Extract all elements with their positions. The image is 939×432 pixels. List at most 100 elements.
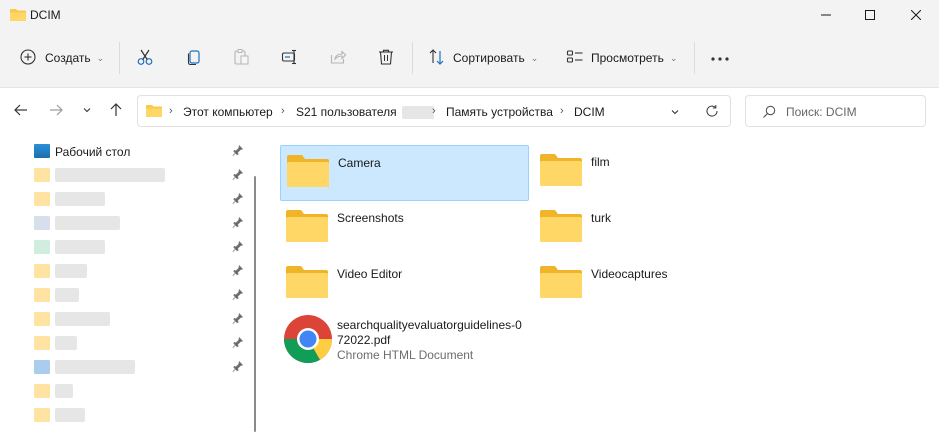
pin-icon xyxy=(232,264,244,279)
redacted-label xyxy=(55,336,77,350)
chevron-right-icon: › xyxy=(281,105,285,117)
breadcrumb-device[interactable]: S21 пользователя xyxy=(296,105,435,120)
address-history-button[interactable] xyxy=(670,106,680,120)
sort-label: Сортировать xyxy=(453,51,525,65)
pin-icon xyxy=(232,336,244,351)
pictures-icon xyxy=(34,240,50,254)
redacted-label xyxy=(55,240,105,254)
divider xyxy=(412,42,413,74)
folder-name: Camera xyxy=(338,156,381,170)
search-input[interactable]: Поиск: DCIM xyxy=(745,95,926,127)
folder-icon xyxy=(34,192,50,206)
arrow-right-icon xyxy=(49,103,63,120)
arrow-up-icon xyxy=(109,102,123,120)
sidebar-item[interactable] xyxy=(34,167,254,185)
folder-icon xyxy=(34,168,50,182)
address-bar[interactable]: › Этот компьютер › S21 пользователя › Па… xyxy=(137,95,731,127)
maximize-button[interactable] xyxy=(847,0,893,30)
folder-item-film[interactable]: film xyxy=(534,145,783,201)
desktop-icon xyxy=(34,144,50,158)
command-bar: Создать ⌄ Сортировать ⌄ Просмотреть ⌄ xyxy=(0,30,939,88)
sidebar-item[interactable] xyxy=(34,263,254,281)
folder-item-camera[interactable]: Camera xyxy=(280,145,529,201)
search-placeholder: Поиск: DCIM xyxy=(786,105,857,119)
create-label: Создать xyxy=(45,51,91,65)
create-button[interactable]: Создать ⌄ xyxy=(20,43,104,73)
file-item-pdf[interactable]: searchqualityevaluatorguidelines-0 72022… xyxy=(280,313,560,371)
share-button[interactable] xyxy=(329,43,347,73)
pin-icon xyxy=(232,192,244,207)
refresh-button[interactable] xyxy=(705,104,719,121)
chevron-right-icon: › xyxy=(560,105,564,117)
rename-icon xyxy=(281,48,299,69)
plus-circle-icon xyxy=(20,48,36,68)
redacted-name xyxy=(402,106,435,120)
sidebar-item-label: Рабочий стол xyxy=(55,145,131,159)
breadcrumb-storage[interactable]: Память устройства xyxy=(446,105,553,119)
close-button[interactable] xyxy=(893,0,939,30)
folder-icon xyxy=(34,264,50,278)
minimize-button[interactable] xyxy=(803,0,849,30)
copy-button[interactable] xyxy=(185,43,203,73)
folder-icon xyxy=(34,336,50,350)
documents-icon xyxy=(34,216,50,230)
paste-icon xyxy=(232,48,250,69)
sidebar-item[interactable] xyxy=(34,191,254,209)
scissors-icon xyxy=(136,48,154,69)
back-button[interactable] xyxy=(10,100,32,122)
view-button[interactable]: Просмотреть ⌄ xyxy=(566,43,677,73)
folder-name: Video Editor xyxy=(337,267,403,281)
share-icon xyxy=(329,48,347,69)
more-options-button[interactable] xyxy=(710,43,730,73)
cut-button[interactable] xyxy=(136,43,154,73)
breadcrumb-dcim[interactable]: DCIM xyxy=(574,105,605,119)
search-icon xyxy=(762,105,776,122)
redacted-label xyxy=(55,168,165,182)
divider xyxy=(694,42,695,74)
chevron-down-icon xyxy=(671,110,679,115)
drive-icon xyxy=(34,360,50,374)
sidebar-item[interactable] xyxy=(34,407,254,425)
forward-button[interactable] xyxy=(45,100,67,122)
sidebar-item[interactable] xyxy=(34,215,254,233)
pin-icon xyxy=(232,360,244,375)
trash-icon xyxy=(377,48,395,69)
sidebar-item[interactable] xyxy=(34,239,254,257)
folder-item-screenshots[interactable]: Screenshots xyxy=(280,201,529,257)
folder-item-video-editor[interactable]: Video Editor xyxy=(280,257,529,313)
sidebar-item-desktop[interactable]: Рабочий стол xyxy=(34,143,254,161)
folder-item-turk[interactable]: turk xyxy=(534,201,783,257)
redacted-label xyxy=(55,192,105,206)
view-icon xyxy=(566,48,584,69)
rename-button[interactable] xyxy=(281,43,299,73)
delete-button[interactable] xyxy=(377,43,395,73)
view-label: Просмотреть xyxy=(591,51,664,65)
chevron-right-icon: › xyxy=(432,105,436,117)
sidebar-item[interactable] xyxy=(34,359,254,377)
sidebar-item[interactable] xyxy=(34,335,254,353)
redacted-label xyxy=(55,408,85,422)
folder-icon xyxy=(540,153,582,190)
copy-icon xyxy=(185,48,203,69)
up-button[interactable] xyxy=(105,100,127,122)
pin-icon xyxy=(232,288,244,303)
sidebar-scrollbar[interactable] xyxy=(254,176,256,432)
recent-locations-button[interactable] xyxy=(76,100,98,122)
refresh-icon xyxy=(706,105,718,117)
pin-icon xyxy=(232,216,244,231)
breadcrumb-this-pc[interactable]: Этот компьютер xyxy=(183,105,273,119)
chevron-down-icon xyxy=(82,104,92,118)
sort-button[interactable]: Сортировать ⌄ xyxy=(428,43,538,73)
sidebar-item[interactable] xyxy=(34,287,254,305)
folder-item-videocaptures[interactable]: Videocaptures xyxy=(534,257,783,313)
sidebar-item[interactable] xyxy=(34,311,254,329)
file-type: Chrome HTML Document xyxy=(337,348,474,362)
redacted-label xyxy=(55,288,79,302)
paste-button[interactable] xyxy=(232,43,250,73)
folder-name: Screenshots xyxy=(337,211,404,225)
sidebar-item[interactable] xyxy=(34,383,254,401)
divider xyxy=(119,42,120,74)
pin-icon xyxy=(232,144,244,159)
folder-name: Videocaptures xyxy=(591,267,668,281)
file-name: searchqualityevaluatorguidelines-0 72022… xyxy=(337,318,522,347)
